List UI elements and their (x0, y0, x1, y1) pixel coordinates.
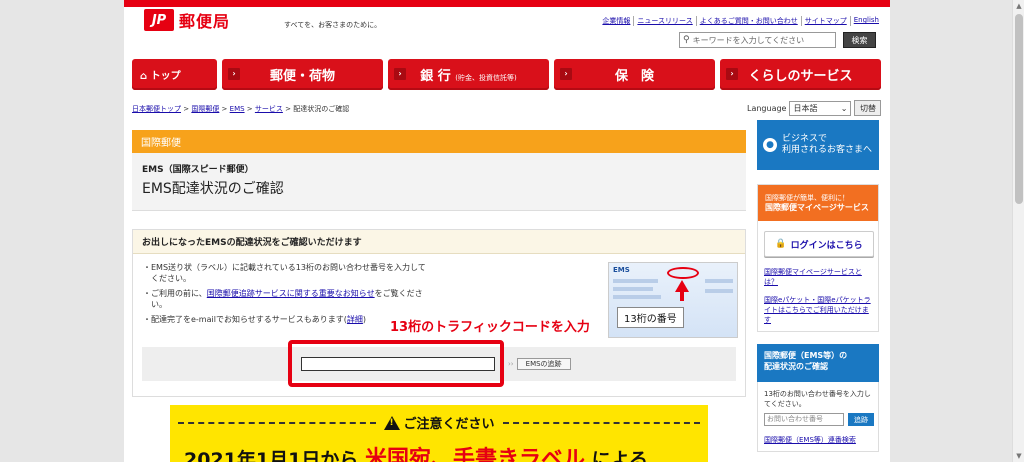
chevron-right-icon: › (726, 68, 738, 80)
top-red-bar (124, 0, 890, 7)
scroll-up-icon[interactable]: ▲ (1015, 2, 1023, 10)
breadcrumb-current: 配達状況のご確認 (293, 105, 350, 113)
ems-tracking-side-box: 13桁のお問い合わせ番号を入力してください。 お問い合わせ番号 追跡 国際郵便（… (757, 382, 879, 452)
notice-banner: ご注意ください 2021年1月1日から 米国宛、手書きラベル による (170, 405, 708, 462)
thumb-number-label: 13桁の番号 (617, 307, 684, 328)
language-switch-button[interactable]: 切替 (854, 100, 882, 116)
nav-bank-sub: (貯金、投資信託等) (455, 74, 517, 82)
utility-link-faq[interactable]: よくあるご質問・お問い合わせ (695, 16, 801, 26)
ems-tracking-side-title: 国際郵便（EMS等）の 配達状況のご確認 (757, 344, 879, 382)
person-icon: ● (763, 138, 777, 152)
jp-post-logo-mark: JP (144, 9, 174, 31)
utility-link-english[interactable]: English (849, 16, 882, 26)
language-label: Language (747, 103, 787, 113)
nav-bank[interactable]: › 銀 行 (貯金、投資信託等) (388, 59, 549, 90)
nav-insurance-label: 保 険 (614, 69, 654, 84)
warning-icon (383, 415, 400, 430)
list-item: ・ EMS送り状（ラベル）に記載されている13桁のお問い合わせ番号を入力してくださ… (143, 263, 426, 283)
search-button[interactable]: 検索 (843, 32, 876, 48)
double-chevron-icon: ›› (508, 360, 514, 368)
chevron-right-icon: › (394, 68, 406, 80)
mypage-about-link[interactable]: 国際郵便マイページサービスとは？ (764, 267, 874, 287)
logo-name: 郵便局 (179, 12, 231, 31)
business-banner-label: ビジネスで 利用されるお客さまへ (782, 134, 873, 155)
mypage-small-text: 国際郵便が簡単、便利に！ (765, 194, 849, 202)
page-scrollbar[interactable]: ▲ ▼ (1012, 0, 1024, 462)
nav-mail[interactable]: › 郵便・荷物 (222, 59, 383, 90)
scrollbar-thumb[interactable] (1015, 14, 1023, 204)
nav-mail-label: 郵便・荷物 (269, 69, 335, 84)
title-box: EMS（国際スピード郵便） EMS配達状況のご確認 (132, 153, 746, 211)
mypage-title: 国際郵便マイページサービス (765, 203, 869, 212)
language-switcher: Language 日本語 ⌄ 切替 (747, 100, 882, 116)
business-customers-banner[interactable]: ● ビジネスで 利用されるお客さまへ (757, 120, 879, 170)
section-header: 国際郵便 (132, 130, 746, 153)
card-title: お出しになったEMSの配達状況をご確認いただけます (133, 230, 745, 254)
sidebar: ● ビジネスで 利用されるお客さまへ 国際郵便が簡単、便利に！ 国際郵便マイペー… (757, 120, 879, 452)
nav-top-label: トップ (150, 71, 181, 82)
notice-title: ご注意ください (403, 417, 495, 432)
nav-bank-label: 銀 行 (420, 69, 451, 84)
chevron-down-icon: ⌄ (840, 103, 848, 113)
ems-side-text: 13桁のお問い合わせ番号を入力してください。 (764, 390, 871, 408)
breadcrumb-link[interactable]: 日本郵便トップ (132, 105, 181, 113)
ems-track-button[interactable]: EMSの追跡 (516, 358, 571, 370)
tagline: すべてを、お客さまのために。 (284, 21, 382, 29)
search-input[interactable]: ⚲ キーワードを入力してください (679, 32, 836, 48)
nav-life-label: くらしのサービス (748, 69, 853, 84)
japan-post-logo[interactable]: JP 郵便局 (144, 8, 230, 32)
side-track-button[interactable]: 追跡 (848, 413, 874, 426)
page-subtitle: EMS（国際スピード郵便） (142, 165, 254, 175)
breadcrumb-link[interactable]: EMS (230, 105, 245, 113)
important-notice-link[interactable]: 国際郵便追跡サービスに関する重要なお知らせ (207, 289, 375, 298)
chevron-right-icon: › (228, 68, 240, 80)
nav-life[interactable]: › くらしのサービス (720, 59, 881, 90)
annotation-red-frame (288, 340, 504, 387)
mypage-box: 国際郵便が簡単、便利に！ 国際郵便マイページサービス 🔒 ログインはこちら 国際… (757, 184, 879, 332)
breadcrumb: 日本郵便トップ > 国際郵便 > EMS > サービス > 配達状況のご確認 (132, 105, 350, 113)
page-title: EMS配達状況のご確認 (142, 181, 284, 197)
nav-top[interactable]: ⌂ トップ (132, 59, 217, 90)
global-nav: ⌂ トップ › 郵便・荷物 › 銀 行 (貯金、投資信託等) › 保 険 › く… (132, 59, 881, 90)
site-search: ⚲ キーワードを入力してください 検索 (679, 32, 876, 48)
utility-link-sitemap[interactable]: サイトマップ (800, 16, 850, 26)
breadcrumb-link[interactable]: サービス (255, 105, 283, 113)
thumb-ems-label: EMS (613, 266, 630, 274)
search-icon: ⚲ (683, 35, 690, 45)
language-select[interactable]: 日本語 ⌄ (789, 100, 852, 116)
highlight-circle (667, 267, 699, 279)
lock-icon: 🔒 (775, 239, 787, 249)
chevron-right-icon: › (560, 68, 572, 80)
utility-link-news[interactable]: ニュースリリース (633, 16, 695, 26)
nav-insurance[interactable]: › 保 険 (554, 59, 715, 90)
utility-link-corporate[interactable]: 企業情報 (599, 16, 633, 26)
search-placeholder: キーワードを入力してください (692, 35, 805, 45)
utility-links: 企業情報 ニュースリリース よくあるご質問・お問い合わせ サイトマップ Engl… (599, 16, 882, 26)
list-item: ・ご利用の前に、国際郵便追跡サービスに関する重要なお知らせをご覧ください。 (143, 289, 423, 309)
login-button[interactable]: 🔒 ログインはこちら (764, 231, 874, 257)
annotation-text: 13桁のトラフィックコードを入力 (390, 320, 590, 335)
page: JP 郵便局 すべてを、お客さまのために。 企業情報 ニュースリリース よくある… (124, 0, 890, 462)
home-icon: ⌂ (140, 71, 148, 82)
scroll-down-icon[interactable]: ▼ (1015, 452, 1023, 460)
side-tracking-input[interactable]: お問い合わせ番号 (764, 413, 844, 426)
tracking-number-sample-image: EMS 13桁の番号 (608, 262, 738, 338)
mypage-header: 国際郵便が簡単、便利に！ 国際郵便マイページサービス (758, 185, 878, 221)
breadcrumb-link[interactable]: 国際郵便 (191, 105, 219, 113)
notice-headline: 2021年1月1日から 米国宛、手書きラベル による (184, 447, 649, 462)
epacket-link[interactable]: 国際eパケット・国際eパケットライトはこちらでご利用いただけます (764, 295, 874, 325)
details-link[interactable]: 詳細 (347, 315, 363, 324)
serial-search-link[interactable]: 国際郵便（EMS等）連番検索 (764, 435, 856, 445)
